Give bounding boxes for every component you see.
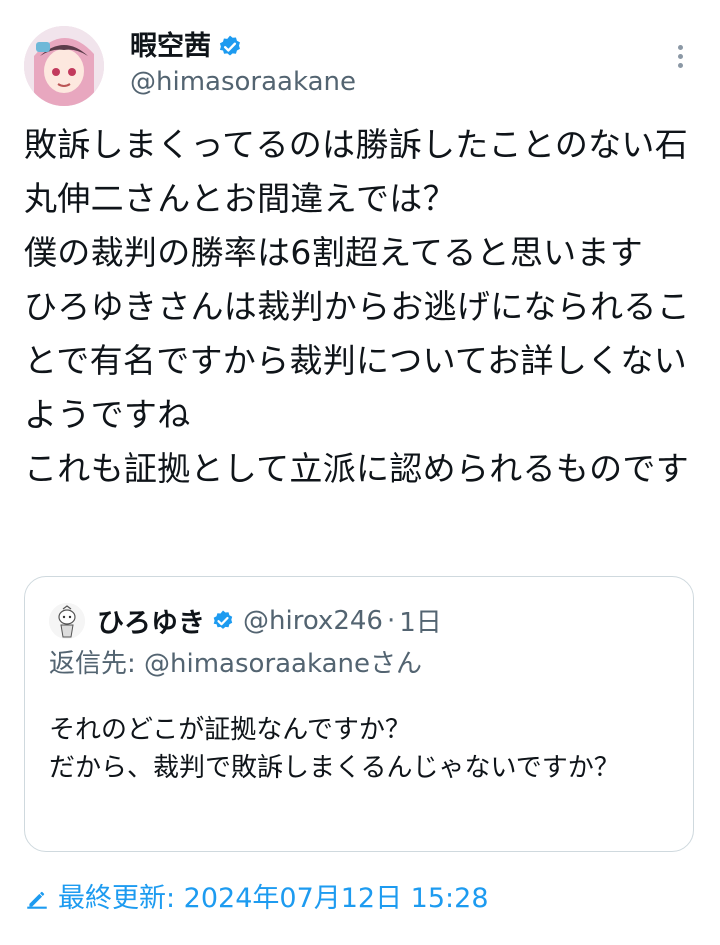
author-handle[interactable]: @himasoraakane — [130, 66, 356, 98]
quoted-handle[interactable]: @hirox246 — [243, 606, 383, 636]
last-updated[interactable]: 最終更新: 2024年07月12日 15:28 — [24, 882, 489, 916]
verified-badge-icon — [213, 610, 233, 629]
reply-to-label[interactable]: 返信先: @himasoraakaneさん — [49, 647, 422, 681]
quoted-display-name[interactable]: ひろゆき — [97, 601, 205, 640]
author-display-name[interactable]: 暇空茜 — [130, 30, 211, 64]
quoted-timestamp[interactable]: 1日 — [399, 602, 442, 639]
separator-dot: · — [386, 605, 396, 636]
author-avatar[interactable] — [24, 26, 104, 106]
quoted-author-avatar[interactable] — [49, 602, 85, 639]
more-options-icon[interactable] — [664, 40, 696, 72]
tweet-text: 敗訴しまくってるのは勝訴したことのない石丸伸二さんとお間違えでは？ 僕の裁判の勝… — [24, 125, 690, 488]
quoted-tweet[interactable]: ひろゆき @hirox246 · 1日 返信先: @himasoraakaneさ… — [24, 576, 694, 852]
pencil-icon — [27, 891, 47, 909]
quoted-tweet-text: それのどこが証拠なんですか？ だから、裁判で敗訴しまくるんじゃないですか？ — [49, 715, 620, 783]
verified-badge-icon — [219, 35, 240, 56]
last-updated-text: 最終更新: 2024年07月12日 15:28 — [58, 883, 489, 914]
tweet-header: 暇空茜 @himasoraakane — [24, 26, 696, 106]
